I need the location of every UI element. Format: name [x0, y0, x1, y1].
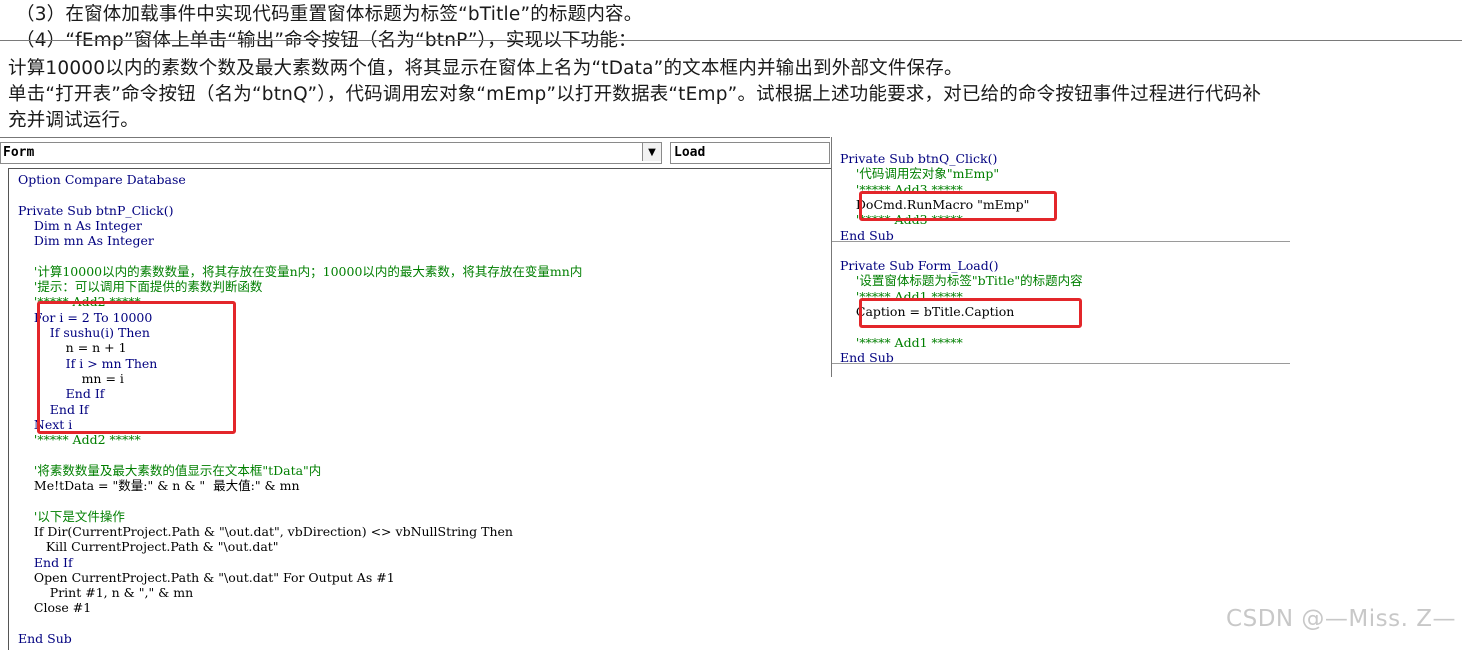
procedure-separator: [832, 241, 1290, 242]
instruction-line-2: （4）“fEmp”窗体上单击“输出”命令按钮（名为“btnP”），实现以下功能：: [16, 30, 637, 51]
code-line: '将素数数量及最大素数的值显示在文本框"tData"内: [18, 462, 322, 478]
code-line: End Sub: [840, 227, 894, 243]
code-line: Private Sub btnQ_Click(): [840, 151, 998, 166]
code-line: End Sub: [840, 349, 894, 365]
code-line: Open CurrentProject.Path & "\out.dat" Fo…: [18, 569, 395, 585]
code-line: End If: [18, 554, 73, 570]
code-line: Private Sub Form_Load(): [840, 258, 999, 273]
code-line: Dim n As Integer: [18, 217, 142, 233]
code-line: '***** Add1 *****: [840, 334, 963, 350]
code-line: End Sub: [18, 631, 72, 646]
code-line: Print #1, n & "," & mn: [18, 585, 194, 601]
highlight-box-add1: [859, 298, 1082, 328]
code-window-right: Private Sub btnQ_Click() '代码调用宏对象"mEmp" …: [831, 137, 1290, 377]
procedure-combobox-value: Load: [674, 145, 706, 160]
strike-divider: [0, 40, 1462, 41]
code-line: '代码调用宏对象"mEmp": [840, 166, 1000, 182]
code-line: Private Sub btnP_Click(): [18, 202, 174, 218]
watermark: CSDN @—Miss. Z—: [1226, 606, 1456, 632]
code-line: '计算10000以内的素数数量，将其存放在变量n内；10000以内的最大素数，将…: [18, 263, 583, 279]
code-line: Option Compare Database: [18, 172, 186, 187]
code-line: '设置窗体标题为标签"bTitle"的标题内容: [840, 273, 1083, 289]
code-line: If Dir(CurrentProject.Path & "\out.dat",…: [18, 523, 513, 539]
highlight-box-add2: [37, 301, 236, 434]
chevron-down-icon[interactable]: ▼: [642, 143, 661, 161]
instruction-line-5: 充并调试运行。: [8, 110, 139, 131]
code-line: '***** Add2 *****: [18, 432, 141, 448]
code-line: '以下是文件操作: [18, 508, 125, 524]
instruction-line-3: 计算10000以内的素数个数及最大素数两个值，将其显示在窗体上名为“tData”…: [8, 58, 963, 79]
procedure-combobox[interactable]: Load: [670, 142, 830, 164]
highlight-box-add3: [859, 191, 1057, 221]
code-line: '提示：可以调用下面提供的素数判断函数: [18, 279, 263, 295]
code-line: Kill CurrentProject.Path & "\out.dat": [18, 539, 279, 555]
instruction-line-4: 单击“打开表”命令按钮（名为“btnQ”），代码调用宏对象“mEmp”以打开数据…: [8, 84, 1262, 105]
code-line: Close #1: [18, 600, 92, 616]
procedure-separator: [832, 363, 1290, 364]
procedure-combos: Form ▼ Load: [0, 142, 830, 164]
code-line: Me!tData = "数量:" & n & " 最大值:" & mn: [18, 478, 300, 493]
code-line: Dim mn As Integer: [18, 233, 154, 249]
object-combobox[interactable]: Form ▼: [0, 142, 662, 164]
instruction-line-1: （3）在窗体加载事件中实现代码重置窗体标题为标签“bTitle”的标题内容。: [16, 4, 643, 25]
object-combobox-value: Form: [3, 145, 35, 160]
